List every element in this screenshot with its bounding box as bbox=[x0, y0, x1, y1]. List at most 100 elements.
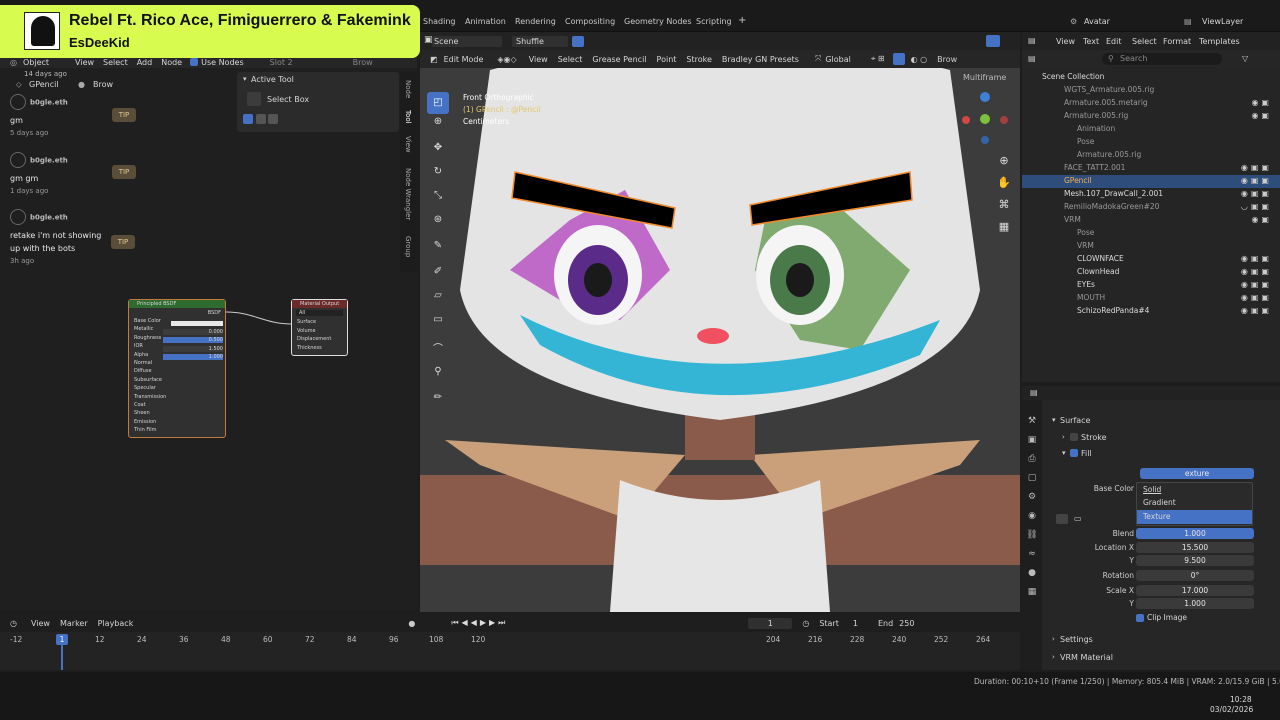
panel-emission[interactable]: Emission bbox=[134, 418, 225, 426]
panel-thin-film[interactable]: Thin Film bbox=[134, 426, 225, 434]
option-gradient[interactable]: Gradient bbox=[1137, 496, 1252, 510]
current-frame-field[interactable]: 1 bbox=[748, 617, 793, 629]
bend-tool-icon[interactable]: ▭ bbox=[427, 314, 449, 334]
shuffle-toggle-icon[interactable] bbox=[572, 36, 584, 47]
menu-node[interactable]: Node bbox=[161, 58, 182, 67]
gizmo-neg-z[interactable] bbox=[981, 136, 989, 144]
tl-menu-marker[interactable]: Marker bbox=[60, 619, 88, 628]
menu-view[interactable]: View bbox=[1056, 37, 1075, 46]
scale-x-field[interactable]: 17.000 bbox=[1136, 585, 1254, 596]
scene-field[interactable]: Scene bbox=[432, 36, 502, 47]
overlay-icon[interactable] bbox=[892, 53, 905, 65]
eyedropper-tool-icon[interactable]: ⚲ bbox=[427, 366, 449, 386]
editor-type-icon[interactable]: ▤ bbox=[1030, 388, 1038, 397]
end-field[interactable]: 250 bbox=[899, 619, 914, 628]
collapse-arrow-icon[interactable]: › bbox=[1062, 433, 1065, 441]
grid-icon[interactable]: ▦ bbox=[996, 216, 1012, 238]
collapse-arrow-icon[interactable]: › bbox=[1052, 653, 1055, 661]
outliner-row[interactable]: SchizoRedPanda#4 ◉▣▣ bbox=[1022, 305, 1280, 318]
draw-tool-icon[interactable]: ✐ bbox=[427, 266, 449, 286]
menu-templates[interactable]: Templates bbox=[1199, 37, 1240, 46]
folder-icon[interactable]: ▭ bbox=[1074, 514, 1082, 523]
outliner-row-scene-collection[interactable]: Scene Collection bbox=[1022, 71, 1280, 84]
playhead-line[interactable] bbox=[61, 645, 63, 670]
vp-menu-stroke[interactable]: Stroke bbox=[686, 55, 712, 64]
ior-value[interactable]: 1.500 bbox=[163, 346, 223, 352]
surface-panel-header[interactable]: Surface bbox=[1060, 416, 1090, 425]
panel-subsurface[interactable]: Subsurface bbox=[134, 376, 225, 384]
select-box-icon[interactable] bbox=[247, 92, 261, 106]
tip-button[interactable]: TIP bbox=[112, 108, 136, 122]
display-mode-icon[interactable]: ▤ bbox=[1028, 54, 1036, 63]
visibility-icons[interactable]: ◉▣▣ bbox=[1241, 176, 1272, 185]
navigation-gizmo[interactable] bbox=[958, 92, 1012, 146]
workspace-tab-geometry-nodes[interactable]: Geometry Nodes bbox=[624, 17, 691, 26]
option-texture[interactable]: Texture bbox=[1137, 510, 1252, 524]
material-output-node[interactable]: Material Output All Surface Volume Displ… bbox=[291, 299, 348, 356]
outliner-row[interactable]: Armature.005.rig bbox=[1022, 149, 1280, 162]
visibility-icons[interactable]: ◉▣▣ bbox=[1241, 293, 1272, 302]
mode-subtract-icon[interactable] bbox=[268, 114, 278, 124]
shading-icons[interactable]: ◐ ○ bbox=[911, 55, 928, 64]
workspace-tab-animation[interactable]: Animation bbox=[465, 17, 506, 26]
output-tab-icon[interactable]: ⎙ bbox=[1022, 450, 1042, 469]
outliner-row[interactable]: WGTS_Armature.005.rig bbox=[1022, 84, 1280, 97]
panel-coat[interactable]: Coat bbox=[134, 401, 225, 409]
modifier-tab-icon[interactable]: ⚙ bbox=[1022, 488, 1042, 507]
scale-tool-icon[interactable]: ⤡ bbox=[427, 190, 449, 210]
gizmo-z-axis[interactable] bbox=[980, 92, 990, 102]
visibility-icons[interactable]: ◉▣▣ bbox=[1241, 163, 1272, 172]
visibility-icons[interactable]: ◉▣▣ bbox=[1241, 267, 1272, 276]
outliner-row[interactable]: VRM bbox=[1022, 240, 1280, 253]
viewlayer-name[interactable]: ViewLayer bbox=[1202, 17, 1243, 26]
rotation-field[interactable]: 0° bbox=[1136, 570, 1254, 581]
outliner-row[interactable]: Mesh.107_DrawCall_2.001 ◉▣▣ bbox=[1022, 188, 1280, 201]
cursor-tool-icon[interactable]: ⊕ bbox=[427, 116, 449, 136]
transform-tool-icon[interactable]: ⊛ bbox=[427, 214, 449, 234]
annotate-tool-icon[interactable]: ✎ bbox=[427, 240, 449, 260]
outliner-row[interactable]: Animation bbox=[1022, 123, 1280, 136]
editor-type-icon[interactable]: ▤ bbox=[1028, 36, 1036, 45]
outliner-row[interactable]: VRM ◉▣ bbox=[1022, 214, 1280, 227]
gizmo-neg-x[interactable] bbox=[1000, 116, 1008, 124]
option-solid[interactable]: Solid bbox=[1137, 483, 1252, 496]
alpha-value[interactable]: 1.000 bbox=[163, 354, 223, 360]
menu-select[interactable]: Select bbox=[1132, 37, 1157, 46]
outliner-row[interactable]: Armature.005.rig ◉▣ bbox=[1022, 110, 1280, 123]
outliner-search-input[interactable]: Search bbox=[1102, 53, 1222, 65]
tab-view[interactable]: View bbox=[404, 136, 412, 153]
roughness-value[interactable]: 0.500 bbox=[163, 337, 223, 343]
target-dropdown[interactable]: All bbox=[296, 310, 343, 316]
mode-new-icon[interactable] bbox=[243, 114, 253, 124]
settings-panel-header[interactable]: Settings bbox=[1060, 635, 1093, 644]
tl-menu-view[interactable]: View bbox=[31, 619, 50, 628]
use-nodes-checkbox[interactable] bbox=[190, 58, 199, 66]
outliner-row[interactable]: Pose bbox=[1022, 227, 1280, 240]
outliner-row[interactable]: MOUTH ◉▣▣ bbox=[1022, 292, 1280, 305]
panel-transmission[interactable]: Transmission bbox=[134, 393, 225, 401]
workspace-tab-compositing[interactable]: Compositing bbox=[565, 17, 615, 26]
playback-controls[interactable]: ⏮◀◀▶▶⏭ bbox=[451, 618, 508, 628]
physics-tab-icon[interactable]: ◉ bbox=[1022, 507, 1042, 526]
filter-icon[interactable]: ▽ bbox=[1242, 54, 1248, 63]
timeline-track[interactable]: -12 12 24 36 48 60 72 84 96 108 120 204 … bbox=[0, 632, 1020, 670]
collapse-arrow-icon[interactable]: ▾ bbox=[243, 75, 247, 83]
workspace-tab-shading[interactable]: Shading bbox=[423, 17, 456, 26]
pan-hand-icon[interactable]: ✋ bbox=[996, 172, 1012, 194]
scale-y-field[interactable]: 1.000 bbox=[1136, 598, 1254, 609]
tip-button[interactable]: TIP bbox=[111, 235, 135, 249]
vp-menu-bradley-presets[interactable]: Bradley GN Presets bbox=[722, 55, 799, 64]
vp-menu-select[interactable]: Select bbox=[558, 55, 583, 64]
data-tab-icon[interactable]: ≈ bbox=[1022, 545, 1042, 564]
outliner-row[interactable]: FACE_TATT2.001 ◉▣▣ bbox=[1022, 162, 1280, 175]
vp-menu-view[interactable]: View bbox=[529, 55, 548, 64]
visibility-icons[interactable]: ◉▣ bbox=[1251, 98, 1272, 107]
overlay-toggle-icon[interactable] bbox=[986, 35, 1000, 47]
image-icon[interactable] bbox=[1056, 514, 1068, 524]
outliner-row[interactable]: RemilioMadokaGreen#20 ◡▣▣ bbox=[1022, 201, 1280, 214]
menu-format[interactable]: Format bbox=[1163, 37, 1191, 46]
location-x-field[interactable]: 15.500 bbox=[1136, 542, 1254, 553]
browse-material[interactable]: Brow bbox=[353, 58, 373, 67]
tab-node-wrangler[interactable]: Node Wrangler bbox=[404, 168, 412, 220]
collapse-arrow-icon[interactable]: › bbox=[1052, 635, 1055, 643]
